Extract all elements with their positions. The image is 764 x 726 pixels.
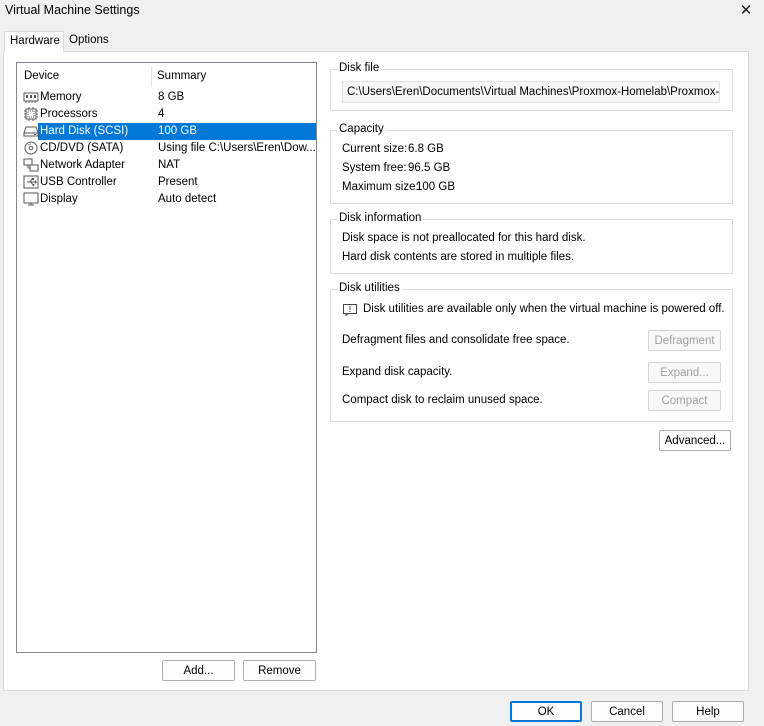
device-name: Display [40, 193, 78, 205]
device-name: Processors [40, 108, 98, 120]
cd-dvd-icon [24, 141, 38, 155]
cancel-button[interactable]: Cancel [591, 701, 663, 722]
advanced-button[interactable]: Advanced... [659, 430, 731, 451]
ok-button[interactable]: OK [510, 701, 582, 722]
device-row-hard-disk[interactable]: Hard Disk (SCSI) 100 GB [18, 123, 316, 140]
maximum-size-value: 100 GB [416, 181, 455, 193]
remove-device-button[interactable]: Remove [243, 660, 316, 681]
current-size-label: Current size: [342, 143, 408, 155]
expand-description: Expand disk capacity. [342, 366, 453, 378]
device-name: Memory [40, 91, 82, 103]
window-title: Virtual Machine Settings [5, 3, 140, 17]
display-icon [23, 192, 39, 206]
device-row-usb-controller[interactable]: USB Controller Present [18, 174, 315, 191]
defragment-description: Defragment files and consolidate free sp… [342, 334, 570, 346]
disk-information-group: Disk information Disk space is not preal… [330, 212, 733, 274]
title-bar: Virtual Machine Settings ✕ [0, 0, 764, 28]
tab-hardware-label: Hardware [10, 35, 60, 47]
device-name: Hard Disk (SCSI) [40, 125, 129, 137]
device-row-processors[interactable]: Processors 4 [18, 106, 315, 123]
device-summary: Auto detect [158, 193, 217, 205]
system-free-value: 96.5 GB [408, 162, 451, 174]
maximum-size-label: Maximum size: [342, 181, 419, 193]
device-summary: 8 GB [158, 91, 185, 103]
disk-information-group-label: Disk information [337, 212, 424, 224]
device-row-display[interactable]: Display Auto detect [18, 191, 315, 208]
tab-strip: Hardware Options [0, 31, 764, 52]
expand-button[interactable]: Expand... [648, 362, 721, 383]
device-row-cd-dvd[interactable]: CD/DVD (SATA) Using file C:\Users\Eren\D… [18, 140, 316, 157]
compact-button[interactable]: Compact [648, 390, 721, 411]
compact-description: Compact disk to reclaim unused space. [342, 394, 543, 406]
disk-file-group: Disk file C:\Users\Eren\Documents\Virtua… [330, 62, 733, 111]
hard-disk-icon [23, 126, 39, 137]
device-list[interactable]: Device Summary Memory 8 GB Processors 4 [16, 62, 317, 653]
usb-controller-icon [23, 175, 39, 189]
processor-icon [24, 107, 38, 121]
disk-info-line-1: Disk space is not preallocated for this … [342, 232, 586, 244]
device-summary: 100 GB [158, 125, 197, 137]
disk-utilities-notice: Disk utilities are available only when t… [363, 303, 725, 315]
device-column-header[interactable]: Device [24, 70, 59, 82]
close-icon: ✕ [739, 2, 753, 19]
device-row-memory[interactable]: Memory 8 GB [18, 89, 315, 106]
tab-options-label: Options [69, 34, 109, 46]
network-adapter-icon [23, 158, 39, 172]
disk-utilities-group: Disk utilities Disk utilities are availa… [330, 282, 733, 422]
add-device-button[interactable]: Add... [162, 660, 235, 681]
device-summary: NAT [158, 159, 181, 171]
system-free-label: System free: [342, 162, 407, 174]
column-separator[interactable] [151, 67, 152, 87]
device-summary: Present [158, 176, 198, 188]
disk-info-line-2: Hard disk contents are stored in multipl… [342, 251, 575, 263]
disk-utilities-group-label: Disk utilities [337, 282, 402, 294]
device-list-header: Device Summary [17, 63, 316, 89]
capacity-group-label: Capacity [337, 123, 386, 135]
close-button[interactable]: ✕ [728, 0, 764, 20]
disk-file-path-field[interactable]: C:\Users\Eren\Documents\Virtual Machines… [342, 81, 720, 103]
tab-hardware[interactable]: Hardware [4, 31, 64, 52]
device-name: USB Controller [40, 176, 117, 188]
disk-file-group-label: Disk file [337, 62, 382, 74]
device-name: CD/DVD (SATA) [40, 142, 124, 154]
device-row-network-adapter[interactable]: Network Adapter NAT [18, 157, 315, 174]
defragment-button[interactable]: Defragment [648, 330, 721, 351]
device-name: Network Adapter [40, 159, 126, 171]
device-summary: 4 [158, 108, 165, 120]
capacity-group: Capacity Current size: 6.8 GB System fre… [330, 123, 733, 204]
current-size-value: 6.8 GB [408, 143, 444, 155]
help-button[interactable]: Help [672, 701, 744, 722]
info-icon [343, 304, 357, 316]
tab-options[interactable]: Options [64, 31, 114, 51]
device-summary: Using file C:\Users\Eren\Dow... [158, 142, 316, 154]
memory-icon [23, 92, 39, 103]
summary-column-header[interactable]: Summary [157, 70, 206, 82]
